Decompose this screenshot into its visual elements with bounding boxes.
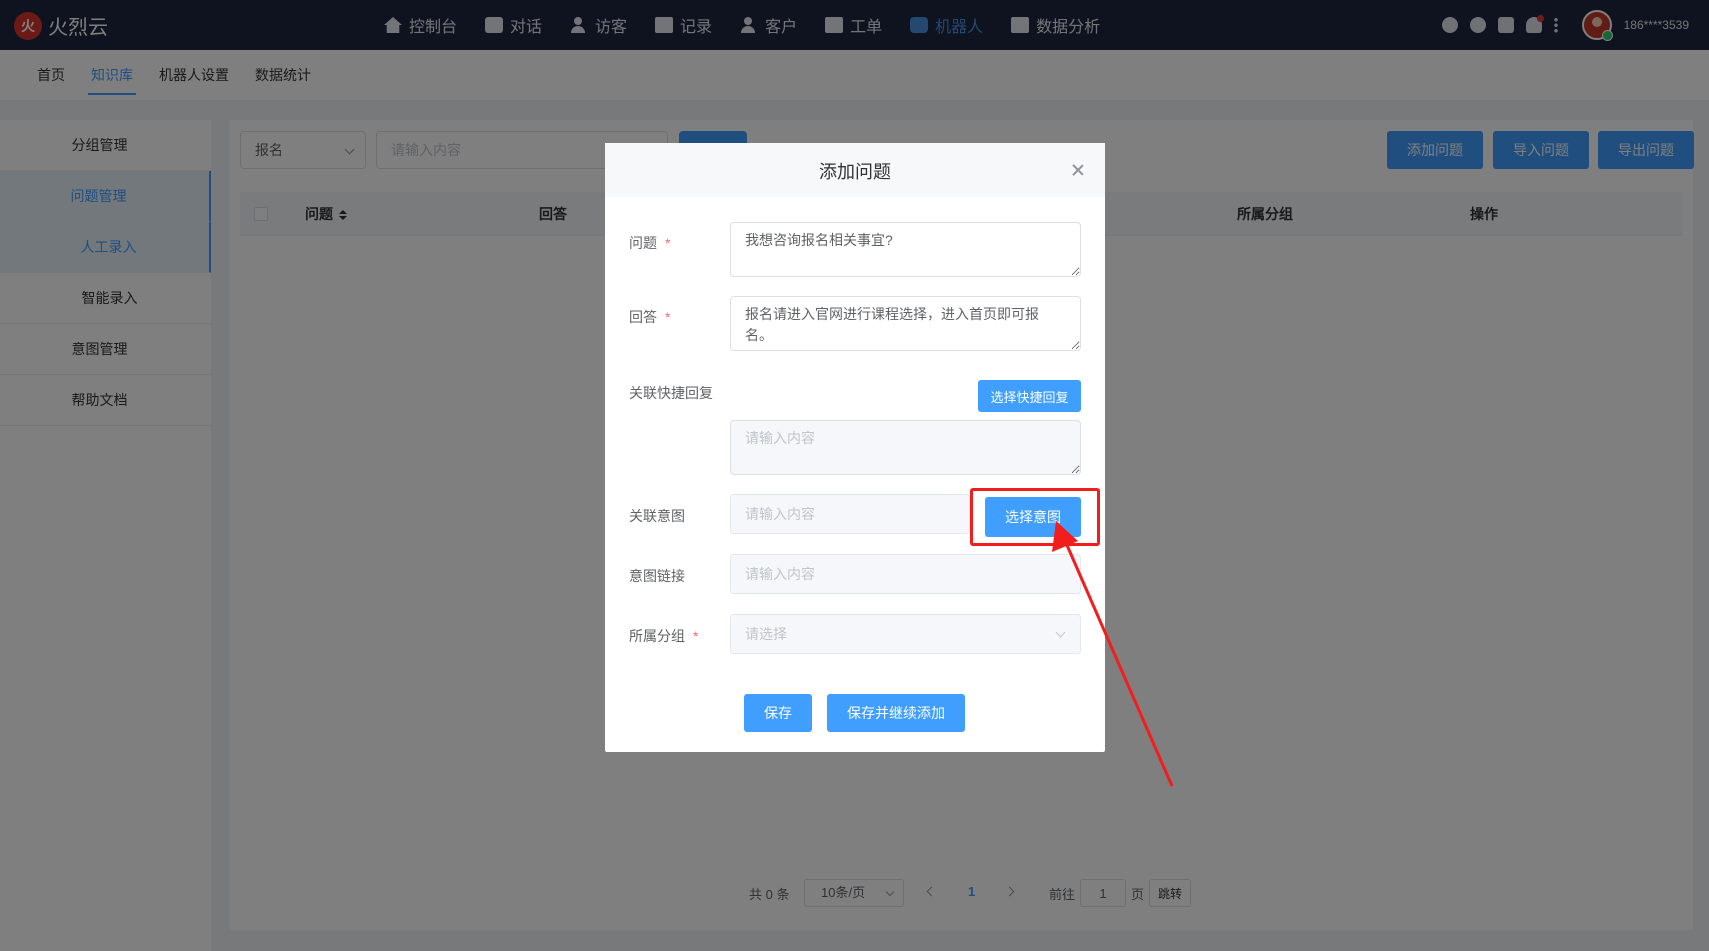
group-select-placeholder: 请选择: [745, 626, 787, 642]
required-mark: *: [665, 235, 671, 251]
quick-reply-field[interactable]: [730, 420, 1081, 475]
required-mark: *: [665, 309, 671, 325]
highlight-box: [970, 488, 1100, 546]
add-question-dialog: 添加问题 问题 * 我想咨询报名相关事宜? 回答 * 报名请进入官网进行课程选择，进…: [605, 143, 1105, 752]
required-mark: *: [693, 628, 699, 644]
intent-label: 关联意图: [629, 508, 685, 524]
intent-link-field[interactable]: [730, 554, 1081, 594]
intent-link-label: 意图链接: [629, 568, 685, 584]
question-field[interactable]: 我想咨询报名相关事宜?: [730, 222, 1081, 277]
intent-field[interactable]: [730, 494, 970, 534]
save-and-continue-button[interactable]: 保存并继续添加: [827, 694, 965, 732]
save-button[interactable]: 保存: [744, 694, 812, 732]
question-label-text: 问题: [629, 235, 657, 251]
close-icon[interactable]: [1071, 163, 1085, 177]
question-label: 问题 *: [629, 233, 670, 253]
group-label-text: 所属分组: [629, 628, 685, 644]
answer-label-text: 回答: [629, 309, 657, 325]
quick-reply-label: 关联快捷回复: [629, 385, 713, 401]
answer-label: 回答 *: [629, 307, 670, 327]
dialog-title: 添加问题: [605, 143, 1105, 197]
chevron-down-icon: [1055, 627, 1066, 638]
select-quick-reply-button[interactable]: 选择快捷回复: [978, 380, 1081, 412]
answer-field[interactable]: 报名请进入官网进行课程选择，进入首页即可报名。: [730, 296, 1081, 351]
group-label: 所属分组 *: [629, 626, 698, 646]
group-select[interactable]: 请选择: [730, 614, 1081, 654]
